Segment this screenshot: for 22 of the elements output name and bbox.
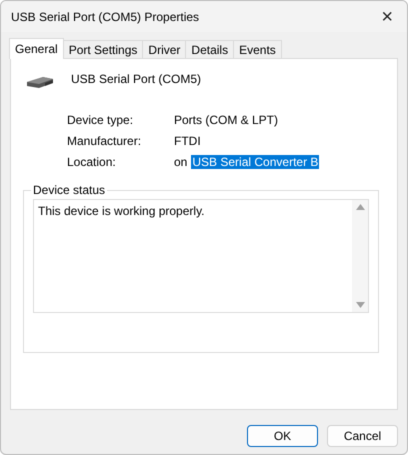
status-message: This device is working properly. (37, 203, 206, 220)
status-text-box[interactable]: This device is working properly. (33, 199, 369, 313)
tab[interactable]: General (9, 38, 64, 59)
serial-port-icon (25, 75, 55, 89)
property-label: Manufacturer: (67, 134, 142, 148)
property-value: Ports (COM & LPT) (174, 113, 280, 127)
window-title: USB Serial Port (COM5) Properties (11, 10, 200, 24)
property-label: Device type: (67, 113, 134, 127)
ok-button[interactable]: OK (247, 425, 318, 447)
tab[interactable]: Events (233, 40, 282, 59)
scroll-bar[interactable] (352, 200, 368, 312)
close-button[interactable]: × (377, 6, 397, 26)
cancel-button[interactable]: Cancel (327, 425, 398, 447)
group-title: Device status (32, 183, 106, 197)
property-value: FTDI (174, 134, 202, 148)
tab[interactable]: Port Settings (62, 40, 144, 59)
property-value: on (174, 155, 188, 169)
property-label: Location: (67, 155, 117, 169)
scroll-down-icon[interactable] (356, 302, 364, 308)
device-name: USB Serial Port (COM5) (71, 72, 202, 86)
selected-text[interactable]: USB Serial Converter B (191, 155, 320, 169)
scroll-up-icon[interactable] (356, 204, 364, 210)
